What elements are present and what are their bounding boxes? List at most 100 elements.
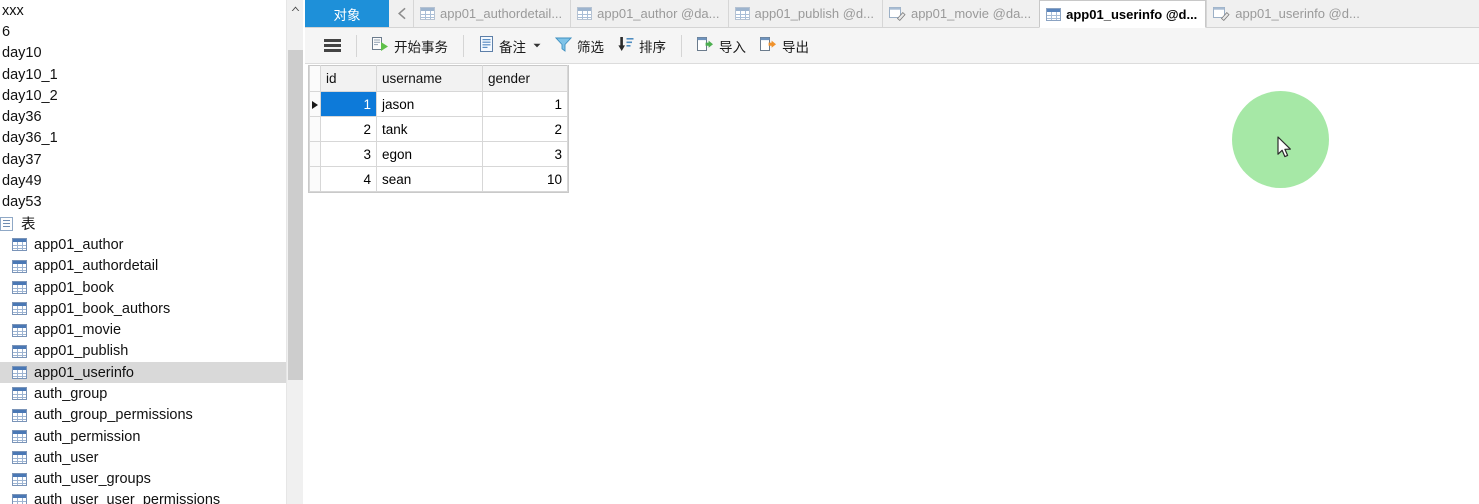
chevron-down-icon[interactable] [533, 41, 541, 50]
tab-bar[interactable]: 对象 app01_authordetail... app01_author @da… [305, 0, 1479, 28]
tree-item-6[interactable]: 6 [0, 21, 286, 42]
tree-item-day53[interactable]: day53 [0, 192, 286, 213]
table-row[interactable]: 4 sean 10 [309, 166, 568, 192]
cell-gender[interactable]: 2 [482, 116, 568, 142]
tree-item-auth_group[interactable]: auth_group [0, 383, 286, 404]
tree-item-auth_user_groups[interactable]: auth_user_groups [0, 469, 286, 490]
cell-username[interactable]: sean [376, 166, 483, 192]
tree-item-app01_userinfo[interactable]: app01_userinfo [0, 362, 286, 384]
tree-item-label: day53 [2, 194, 42, 211]
cell-id[interactable]: 2 [320, 116, 377, 142]
document-tab[interactable]: app01_author @da... [570, 0, 728, 27]
note-button[interactable]: 备注 [472, 33, 548, 59]
cell-id[interactable]: 4 [320, 166, 377, 192]
row-marker-header [309, 65, 321, 92]
cell-username[interactable]: jason [376, 91, 483, 117]
tree-item-auth_user[interactable]: auth_user [0, 447, 286, 468]
tree-item-day36_1[interactable]: day36_1 [0, 128, 286, 149]
document-tab-label: app01_authordetail... [440, 6, 563, 21]
export-label: 导出 [782, 39, 809, 55]
document-tab-active[interactable]: app01_userinfo @d... [1039, 0, 1207, 28]
row-marker[interactable] [309, 141, 321, 167]
table-icon [12, 408, 27, 422]
chevron-up-icon[interactable] [287, 0, 304, 17]
table-row[interactable]: 1 jason 1 [309, 91, 568, 117]
cell-username[interactable]: tank [376, 116, 483, 142]
begin-transaction-icon [372, 36, 389, 55]
table-row[interactable]: 2 tank 2 [309, 116, 568, 142]
tree-item-[interactable]: 表 [0, 213, 286, 234]
main-pane: 对象 app01_authordetail... app01_author @da… [305, 0, 1479, 504]
hamburger-icon[interactable] [317, 33, 348, 59]
cell-gender[interactable]: 10 [482, 166, 568, 192]
tree-item-label: day36 [2, 109, 42, 126]
toolbar-separator [463, 34, 464, 57]
tab-objects[interactable]: 对象 [305, 0, 389, 27]
tree-item-day36[interactable]: day36 [0, 106, 286, 127]
tree-item-app01_book_authors[interactable]: app01_book_authors [0, 298, 286, 319]
tree-item-label: app01_book [34, 279, 114, 296]
cell-gender[interactable]: 1 [482, 91, 568, 117]
row-marker[interactable] [309, 166, 321, 192]
data-grid[interactable]: id username gender 1 jason 1 2 tank 2 3 egon 3 4 s… [308, 65, 569, 193]
tree-item-day10_1[interactable]: day10_1 [0, 64, 286, 85]
chevron-left-icon[interactable] [389, 0, 413, 27]
tree-item-app01_movie[interactable]: app01_movie [0, 319, 286, 340]
cell-username[interactable]: egon [376, 141, 483, 167]
table-icon [12, 430, 27, 444]
table-icon [12, 344, 27, 358]
tree-item-xxx[interactable]: xxx [0, 0, 286, 21]
document-tab[interactable]: app01_publish @d... [727, 0, 882, 27]
grid-toolbar[interactable]: 开始事务 备注 筛选 排序 导入 导出 [305, 28, 1479, 64]
row-marker[interactable] [309, 91, 321, 117]
table-icon [12, 493, 27, 504]
cell-gender[interactable]: 3 [482, 141, 568, 167]
tree-item-label: app01_publish [34, 343, 129, 360]
begin-transaction-button[interactable]: 开始事务 [365, 33, 455, 59]
document-tab[interactable]: app01_movie @da... [881, 0, 1040, 27]
tree-item-day37[interactable]: day37 [0, 149, 286, 170]
sidebar-scrollbar-thumb[interactable] [288, 50, 303, 380]
table-icon [12, 451, 27, 465]
tree-item-app01_publish[interactable]: app01_publish [0, 341, 286, 362]
column-header-id[interactable]: id [320, 65, 377, 92]
tree-item-day10[interactable]: day10 [0, 43, 286, 64]
export-button[interactable]: 导出 [753, 33, 816, 59]
document-tab[interactable]: app01_authordetail... [413, 0, 571, 27]
tree-item-auth_permission[interactable]: auth_permission [0, 426, 286, 447]
row-marker[interactable] [309, 116, 321, 142]
sidebar-scrollbar[interactable] [286, 0, 303, 504]
grid-header-row: id username gender [309, 65, 568, 92]
query-icon [888, 6, 906, 21]
cell-id[interactable]: 1 [320, 91, 377, 117]
tree-item-label: auth_group [34, 385, 108, 402]
table-icon [12, 281, 27, 294]
tree-item-label: auth_user_user_permissions [34, 492, 221, 504]
import-button[interactable]: 导入 [690, 33, 753, 59]
tree-item-label: day10 [2, 45, 42, 62]
tree-item-app01_book[interactable]: app01_book [0, 277, 286, 298]
table-icon [12, 323, 27, 337]
tree-item-app01_authordetail[interactable]: app01_authordetail [0, 256, 286, 277]
tree-item-auth_group_permissions[interactable]: auth_group_permissions [0, 405, 286, 426]
sort-button[interactable]: 排序 [611, 33, 673, 59]
cell-id[interactable]: 3 [320, 141, 377, 167]
tree-item-label: day37 [2, 151, 42, 168]
tables-group-icon [0, 216, 13, 231]
filter-button[interactable]: 筛选 [548, 33, 611, 59]
column-header-gender[interactable]: gender [482, 65, 568, 92]
object-tree-sidebar[interactable]: xxx 6 day10 day10_1 day10_2 day36 day36_1 day37… [0, 0, 286, 504]
table-icon [12, 302, 27, 316]
tree-item-day10_2[interactable]: day10_2 [0, 85, 286, 106]
tree-item-auth_user_user_permissions[interactable]: auth_user_user_permissions [0, 490, 286, 504]
table-row[interactable]: 3 egon 3 [309, 141, 568, 167]
tree-item-label: 表 [21, 217, 36, 234]
note-icon [479, 36, 494, 55]
tree-item-day49[interactable]: day49 [0, 170, 286, 191]
filter-icon [554, 36, 573, 55]
tree-item-label: app01_movie [34, 322, 122, 339]
column-header-username[interactable]: username [376, 65, 483, 92]
document-tab[interactable]: app01_userinfo @d... [1206, 0, 1368, 27]
toolbar-separator [356, 34, 357, 57]
tree-item-app01_author[interactable]: app01_author [0, 234, 286, 255]
